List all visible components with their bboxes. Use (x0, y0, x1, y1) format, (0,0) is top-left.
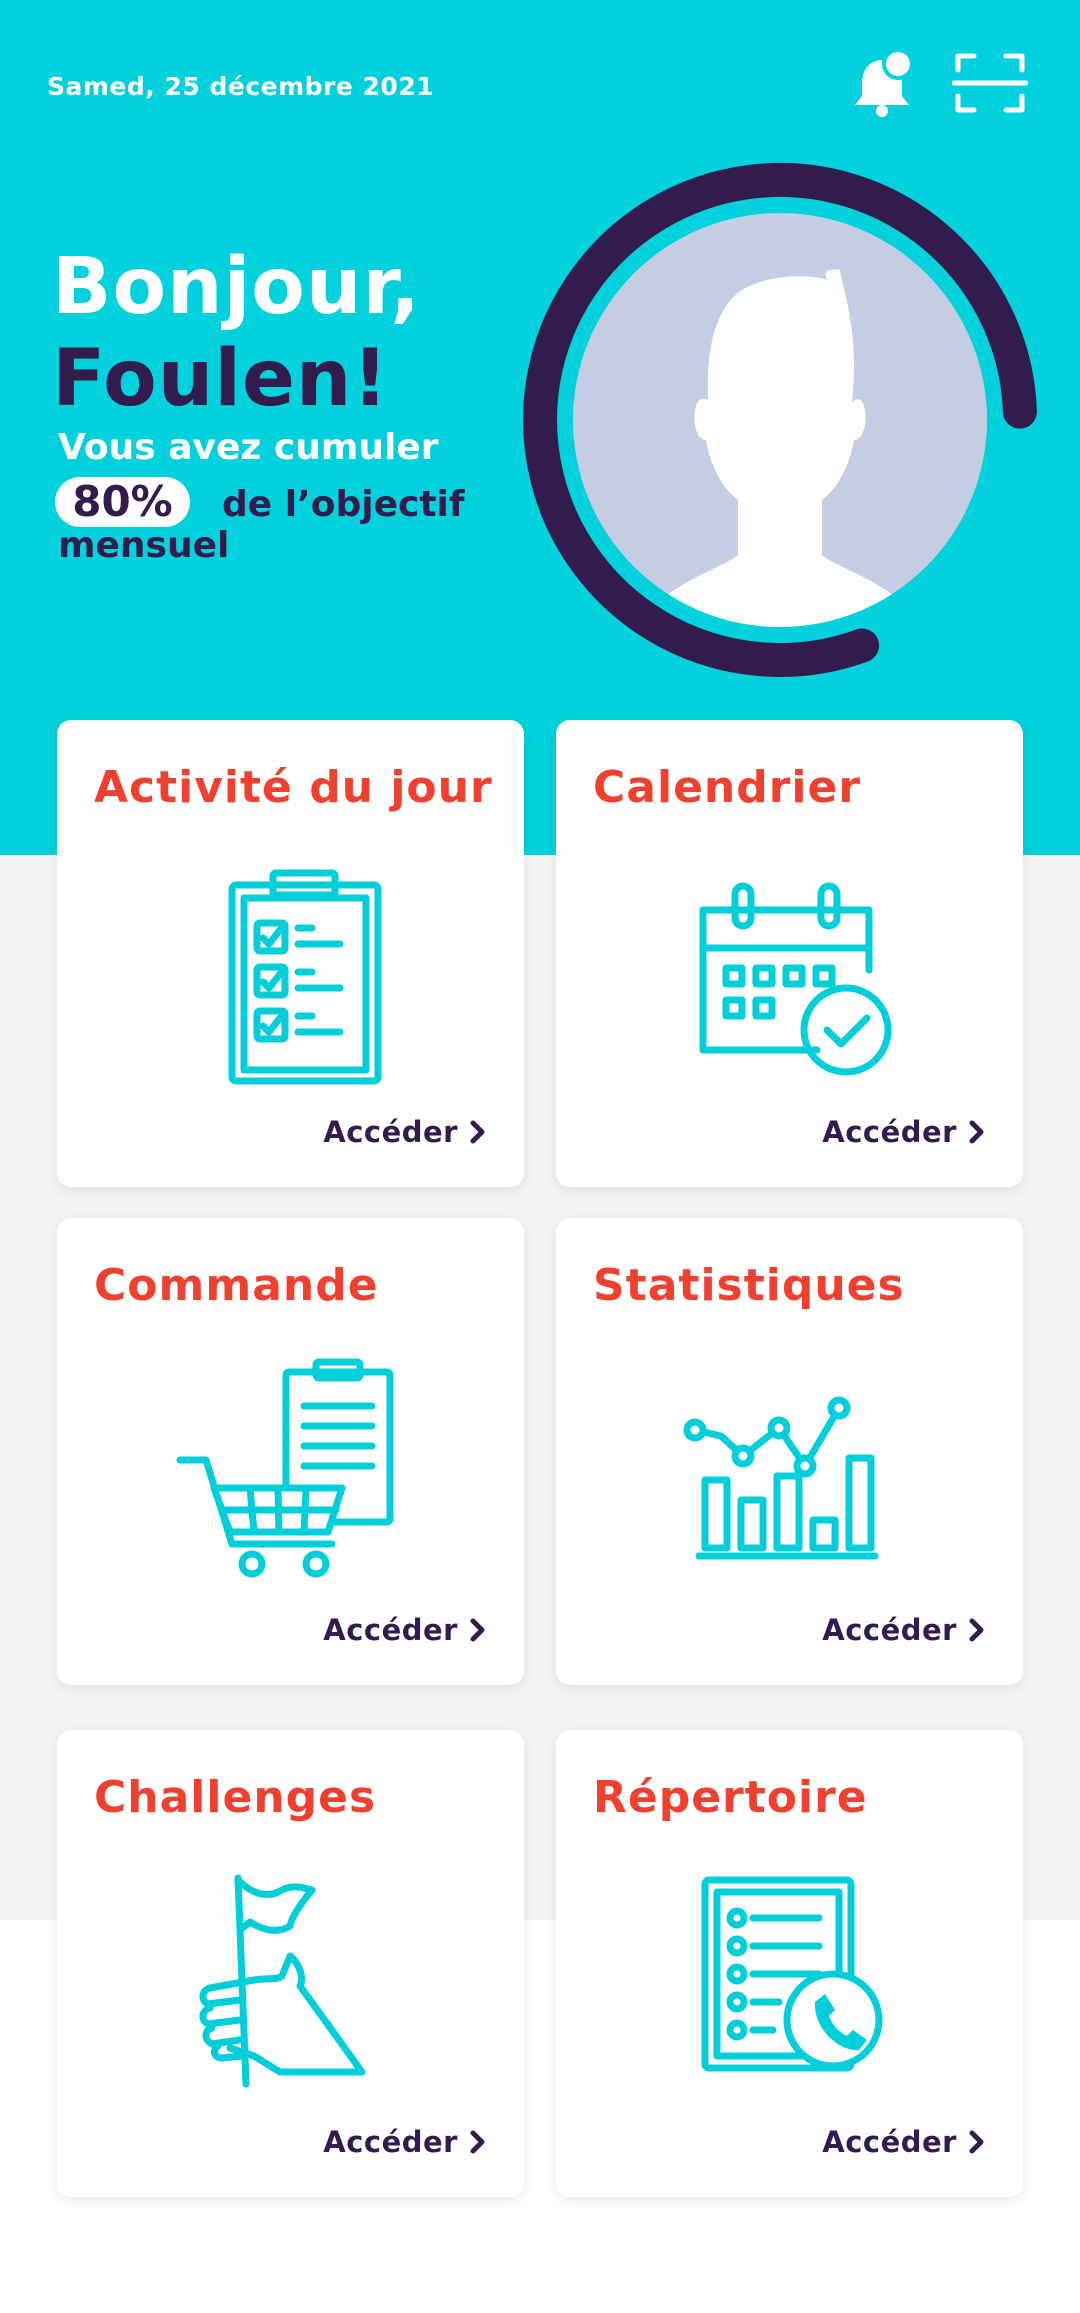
card-access-label: Accéder (822, 2125, 957, 2159)
checklist-clipboard-icon (228, 869, 382, 1085)
chevron-right-icon (470, 1618, 485, 1642)
phone-directory-icon (701, 1876, 883, 2072)
card-access-link[interactable]: Accéder (822, 1613, 985, 1647)
chevron-right-icon (470, 1120, 485, 1144)
card-statistiques[interactable]: Statistiques Accéder (556, 1218, 1023, 1685)
user-name: Foulen! (52, 334, 389, 424)
card-title: Challenges (94, 1772, 377, 1823)
card-access-label: Accéder (323, 1613, 458, 1647)
card-title: Activité du jour (94, 762, 493, 813)
hand-flag-icon (199, 1874, 366, 2088)
card-access-link[interactable]: Accéder (822, 1115, 985, 1149)
home-screen: Samed, 25 décembre 2021 Bonjour, Foulen!… (0, 0, 1080, 2313)
card-access-link[interactable]: Accéder (822, 2125, 985, 2159)
progress-percent-badge: 80% (55, 477, 190, 527)
scan-icon[interactable] (952, 52, 1028, 114)
card-access-label: Accéder (323, 1115, 458, 1149)
progress-text-line3: mensuel (58, 525, 230, 566)
card-access-link[interactable]: Accéder (323, 1115, 486, 1149)
progress-text-line1: Vous avez cumuler (58, 427, 439, 468)
card-title: Commande (94, 1260, 379, 1311)
greeting-hello: Bonjour, (52, 242, 422, 332)
avatar-progress[interactable] (510, 150, 1050, 690)
card-title: Calendrier (593, 762, 862, 813)
chevron-right-icon (969, 2130, 984, 2154)
chevron-right-icon (969, 1618, 984, 1642)
current-date: Samed, 25 décembre 2021 (47, 72, 435, 101)
card-title: Statistiques (593, 1260, 905, 1311)
bar-line-chart-icon (683, 1396, 879, 1560)
card-activite-du-jour[interactable]: Activité du jour Accéder (57, 720, 524, 1187)
card-calendrier[interactable]: Calendrier Accéder (556, 720, 1023, 1187)
chevron-right-icon (470, 2130, 485, 2154)
card-repertoire[interactable]: Répertoire Accéder (556, 1730, 1023, 2197)
card-access-label: Accéder (822, 1613, 957, 1647)
card-title: Répertoire (593, 1772, 868, 1823)
progress-text-line2: de l’objectif (222, 484, 465, 525)
chevron-right-icon (969, 1120, 984, 1144)
notification-bell-icon[interactable] (848, 50, 918, 120)
card-access-link[interactable]: Accéder (323, 2125, 486, 2159)
card-commande[interactable]: Commande Accéder (57, 1218, 524, 1685)
shopping-cart-order-icon (176, 1358, 394, 1578)
card-access-label: Accéder (323, 2125, 458, 2159)
card-challenges[interactable]: Challenges Accéder (57, 1730, 524, 2197)
card-access-label: Accéder (822, 1115, 957, 1149)
card-access-link[interactable]: Accéder (323, 1613, 486, 1647)
calendar-check-icon (699, 882, 892, 1076)
